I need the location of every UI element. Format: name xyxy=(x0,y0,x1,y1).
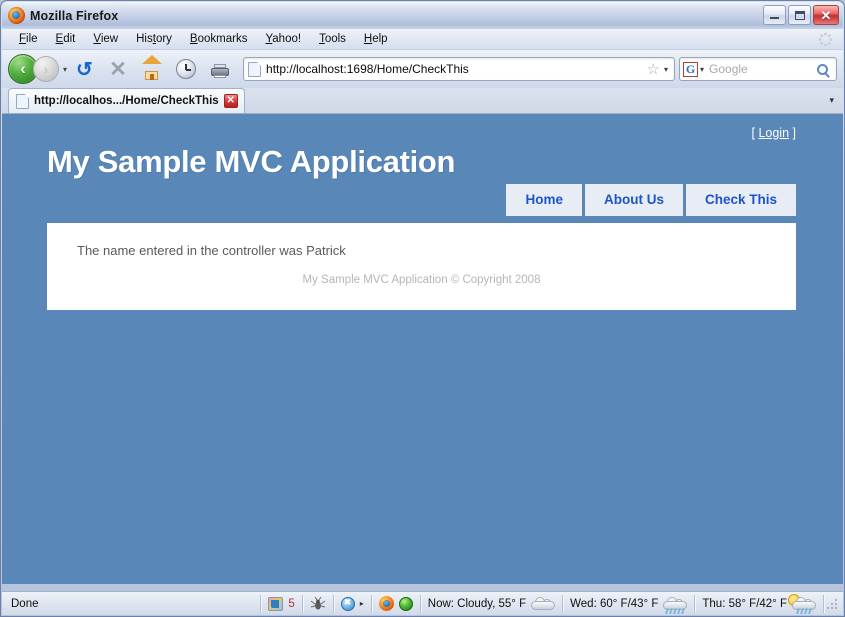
feed-indicator[interactable]: 5 xyxy=(261,593,301,615)
menu-item-bookmarks[interactable]: Bookmarks xyxy=(181,32,257,46)
rain-cloud-icon xyxy=(663,597,687,610)
address-bar[interactable]: http://localhost:1698/Home/CheckThis ☆ ▾ xyxy=(243,57,675,81)
login-area: [ Login ] xyxy=(751,126,796,140)
printer-icon xyxy=(209,58,231,80)
navigation-toolbar: ‹ › ▾ ↻ ✕ xyxy=(2,50,843,88)
page-icon xyxy=(248,62,261,77)
search-icon[interactable] xyxy=(817,64,828,75)
menu-item-edit[interactable]: Edit xyxy=(47,32,85,46)
title-bar: Mozilla Firefox ✕ xyxy=(2,2,843,29)
forward-button[interactable]: › xyxy=(33,56,59,82)
home-button[interactable] xyxy=(137,54,167,84)
browser-tab[interactable]: http://localhos.../Home/CheckThis ✕ xyxy=(8,88,245,113)
page-viewport: [ Login ] My Sample MVC Application Home… xyxy=(2,114,843,584)
login-open-bracket: [ xyxy=(751,126,754,140)
stop-icon: ✕ xyxy=(109,57,127,82)
weather-now-text: Now: Cloudy, 55° F xyxy=(428,598,526,610)
chevron-down-icon[interactable]: ▾ xyxy=(664,65,668,74)
status-text: Done xyxy=(2,598,260,610)
green-status-icon xyxy=(399,597,413,611)
tab-label: http://localhos.../Home/CheckThis xyxy=(34,95,219,107)
firefox-logo-icon xyxy=(8,7,25,24)
close-icon: ✕ xyxy=(821,9,832,22)
menu-item-file[interactable]: File xyxy=(10,32,47,46)
reload-button[interactable]: ↻ xyxy=(69,54,99,84)
stop-button[interactable]: ✕ xyxy=(103,54,133,84)
firefox-mini-icon xyxy=(379,596,394,611)
throbber-icon xyxy=(818,32,833,47)
page-title: My Sample MVC Application xyxy=(47,144,455,180)
weather-thu[interactable]: Thu: 58° F/42° F xyxy=(695,593,823,615)
weather-wed[interactable]: Wed: 60° F/43° F xyxy=(563,593,694,615)
firefox-indicator[interactable] xyxy=(372,593,420,615)
cloud-icon xyxy=(531,597,555,610)
menu-bar: File Edit View History Bookmarks Yahoo! … xyxy=(2,29,843,50)
reload-icon: ↻ xyxy=(76,57,93,82)
bug-indicator[interactable] xyxy=(303,593,333,615)
weather-now[interactable]: Now: Cloudy, 55° F xyxy=(421,593,562,615)
weather-wed-text: Wed: 60° F/43° F xyxy=(570,598,658,610)
print-button[interactable] xyxy=(205,54,235,84)
weather-thu-text: Thu: 58° F/42° F xyxy=(702,598,787,610)
google-icon[interactable]: G xyxy=(683,62,698,77)
bug-icon xyxy=(310,597,326,611)
sync-indicator[interactable]: ▸ xyxy=(334,593,371,615)
menu-item-history[interactable]: History xyxy=(127,32,181,46)
sync-icon xyxy=(341,597,355,611)
tab-strip: http://localhos.../Home/CheckThis ✕ ▾ xyxy=(2,88,843,114)
resize-grip-icon[interactable] xyxy=(824,596,840,612)
home-icon xyxy=(141,58,163,80)
content-footer: My Sample MVC Application © Copyright 20… xyxy=(47,274,796,286)
feed-count: 5 xyxy=(288,598,294,610)
chevron-right-icon[interactable]: ▸ xyxy=(360,599,364,608)
back-forward-group: ‹ › ▾ xyxy=(8,54,67,84)
url-text[interactable]: http://localhost:1698/Home/CheckThis xyxy=(266,62,647,76)
login-close-bracket: ] xyxy=(793,126,796,140)
menu-item-view[interactable]: View xyxy=(84,32,127,46)
tab-list-dropdown-icon[interactable]: ▾ xyxy=(829,95,834,106)
forward-arrow-icon: › xyxy=(44,61,49,77)
window-controls: ✕ xyxy=(763,5,839,25)
maximize-icon xyxy=(795,11,805,20)
window-title: Mozilla Firefox xyxy=(30,9,118,23)
bookmark-star-icon[interactable]: ☆ xyxy=(647,62,660,77)
content-panel: The name entered in the controller was P… xyxy=(47,223,796,310)
nav-tab-check-this[interactable]: Check This xyxy=(686,184,796,216)
rss-icon xyxy=(268,597,283,611)
menu-item-help[interactable]: Help xyxy=(355,32,397,46)
login-link[interactable]: Login xyxy=(758,126,789,140)
clock-icon xyxy=(176,59,196,79)
main-navigation: Home About Us Check This xyxy=(506,184,796,216)
chevron-down-icon[interactable]: ▾ xyxy=(63,65,67,74)
nav-tab-home[interactable]: Home xyxy=(506,184,582,216)
nav-tab-about-us[interactable]: About Us xyxy=(585,184,683,216)
sun-rain-cloud-icon xyxy=(792,597,816,610)
status-bar: Done 5 ▸ Now: Cloudy, 55° F xyxy=(2,591,843,615)
maximize-button[interactable] xyxy=(788,5,811,25)
chevron-down-icon[interactable]: ▾ xyxy=(700,65,704,74)
browser-window: Mozilla Firefox ✕ File Edit View History… xyxy=(0,0,845,617)
content-message: The name entered in the controller was P… xyxy=(77,243,346,258)
minimize-icon xyxy=(770,17,779,19)
back-arrow-icon: ‹ xyxy=(20,59,26,79)
search-input[interactable]: Google xyxy=(709,62,817,76)
search-box[interactable]: G ▾ Google xyxy=(679,57,837,81)
menu-item-yahoo[interactable]: Yahoo! xyxy=(256,32,310,46)
tab-favicon-icon xyxy=(16,94,29,109)
minimize-button[interactable] xyxy=(763,5,786,25)
menu-item-tools[interactable]: Tools xyxy=(310,32,355,46)
close-button[interactable]: ✕ xyxy=(813,5,839,25)
tab-close-icon[interactable]: ✕ xyxy=(224,94,238,108)
history-button[interactable] xyxy=(171,54,201,84)
